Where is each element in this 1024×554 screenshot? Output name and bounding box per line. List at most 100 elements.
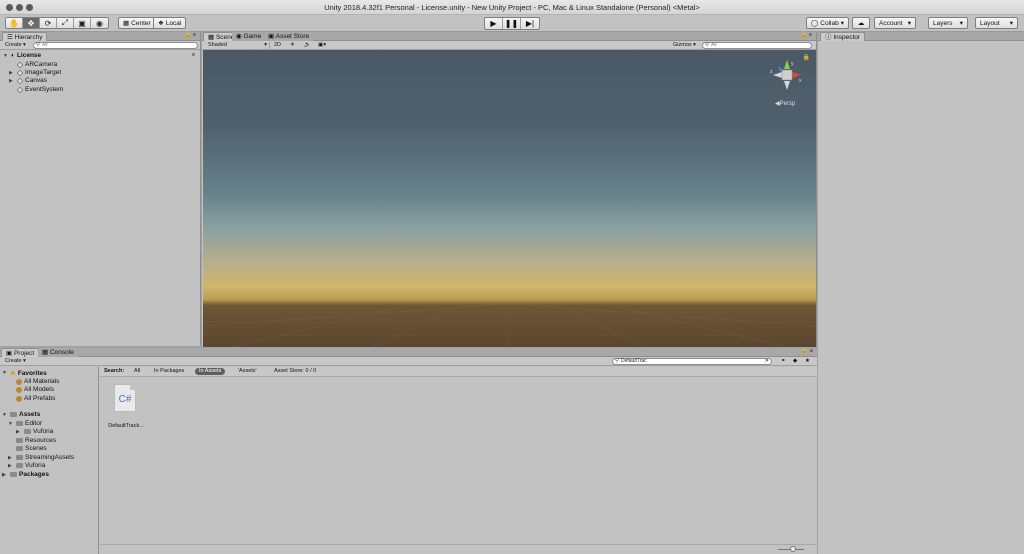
gizmo-center[interactable]: [781, 69, 793, 81]
search-results-grid: C# DefaultTrack...: [100, 378, 817, 544]
hierarchy-search-input[interactable]: ⚲ All: [33, 42, 198, 49]
search-by-type-icon[interactable]: ⚭: [779, 358, 788, 365]
collapsed-triangle-icon[interactable]: ▶: [9, 78, 15, 84]
tab-hierarchy[interactable]: ☰ Hierarchy: [2, 32, 48, 41]
rotate-icon[interactable]: ⟳: [40, 18, 57, 28]
projection-label[interactable]: ◀Persp: [775, 100, 795, 107]
list-item[interactable]: ▶ Vuforia: [8, 462, 45, 469]
pivot-space-button[interactable]: ❖ Local: [153, 17, 187, 29]
pause-button[interactable]: ❚❚: [503, 18, 521, 29]
move-icon[interactable]: ✥: [23, 18, 40, 28]
step-button[interactable]: ▶|: [521, 18, 539, 29]
panel-menu-icon[interactable]: 🔒 ≡: [799, 348, 815, 355]
expanded-triangle-icon: ▼: [2, 370, 7, 376]
search-filter-icon: [16, 395, 22, 402]
collapsed-triangle-icon: ▶: [8, 462, 12, 469]
scene-menu-icon[interactable]: ≡: [190, 52, 197, 59]
search-icon: ⚲: [36, 42, 41, 48]
collapsed-triangle-icon[interactable]: ▶: [9, 70, 15, 76]
chevron-down-icon: ▾: [264, 42, 267, 48]
scope-folder-button[interactable]: 'Assets': [236, 368, 259, 375]
tab-project[interactable]: ▣ Project: [1, 348, 40, 357]
gameobject-icon: [16, 61, 24, 68]
tab-asset-store[interactable]: ▣ Asset Store: [264, 32, 314, 41]
toggle-2d-button[interactable]: 2D: [272, 42, 283, 49]
list-item[interactable]: EventSystem: [9, 86, 63, 93]
list-item[interactable]: ▶ StreamingAssets: [8, 454, 74, 461]
scene-viewport[interactable]: 🔒 y x z ◀Persp: [203, 50, 816, 347]
favorites-row[interactable]: ▼ ★ Favorites: [2, 369, 47, 378]
list-item[interactable]: All Prefabs: [16, 395, 55, 402]
gizmo-neg-x-axis[interactable]: [773, 72, 782, 78]
tab-inspector[interactable]: ⓘ Inspector: [820, 32, 866, 41]
gizmo-x-label: x: [799, 78, 802, 84]
zoom-slider-thumb[interactable]: [790, 546, 796, 552]
panel-menu-icon[interactable]: 🔒 ≡: [182, 32, 198, 39]
folder-icon: [10, 412, 17, 417]
effects-dropdown-icon[interactable]: ▣▾: [316, 42, 328, 49]
project-tabbar: ▣ Project ▦ Console 🔒 ≡: [0, 348, 817, 357]
expanded-triangle-icon: ▼: [8, 420, 13, 427]
rect-icon[interactable]: ▣: [74, 18, 91, 28]
gameobject-icon: [16, 77, 24, 84]
expanded-triangle-icon: ▼: [3, 52, 8, 59]
list-item[interactable]: ARCamera: [9, 61, 57, 68]
hand-icon[interactable]: ✋: [6, 18, 23, 28]
gameobject-icon: [16, 69, 24, 76]
tab-game[interactable]: ◉ Game: [232, 32, 266, 41]
scope-in-assets-button[interactable]: In Assets: [195, 368, 226, 375]
list-item[interactable]: ▶ Canvas: [9, 77, 47, 84]
layout-dropdown[interactable]: Layout ▾: [975, 17, 1018, 29]
list-item[interactable]: Scenes: [8, 445, 47, 452]
packages-root-row[interactable]: ▶ Packages: [2, 471, 49, 478]
asset-tile[interactable]: C# DefaultTrack...: [106, 384, 146, 432]
audio-toggle-icon[interactable]: 🔈: [302, 42, 313, 49]
chevron-down-icon: ▾: [959, 20, 963, 27]
list-item[interactable]: All Materials: [16, 378, 59, 385]
gizmo-neg-y-axis[interactable]: [784, 81, 790, 90]
lighting-toggle-icon[interactable]: ☀: [288, 42, 297, 49]
collapsed-triangle-icon: ▶: [16, 428, 20, 435]
scene-search-input[interactable]: ⚲ All: [702, 42, 812, 49]
search-scope-label: Search:: [104, 368, 125, 374]
clear-search-icon[interactable]: ✕: [765, 359, 769, 364]
favorite-search-icon[interactable]: ★: [803, 358, 812, 365]
asset-store-icon: ▣: [268, 33, 275, 40]
chevron-down-icon: ▾: [840, 20, 844, 27]
project-search-input[interactable]: ⚲ DefaultTrac ✕: [612, 358, 772, 365]
gizmos-dropdown[interactable]: Gizmos ▾: [671, 42, 698, 49]
list-item[interactable]: Resources: [8, 437, 56, 444]
layers-dropdown[interactable]: Layers ▾: [928, 17, 968, 29]
scope-all-button[interactable]: All: [132, 368, 142, 375]
panel-menu-icon[interactable]: 🔒 ≡: [798, 32, 814, 39]
play-button[interactable]: ▶: [485, 18, 503, 29]
gizmo-z-label: z: [770, 69, 773, 75]
gizmo-y-axis[interactable]: [784, 60, 790, 69]
orientation-gizmo[interactable]: y x z: [769, 58, 805, 92]
assets-root-row[interactable]: ▼ Assets: [2, 411, 40, 418]
list-item[interactable]: ▶ Vuforia: [16, 428, 53, 435]
hierarchy-create-dropdown[interactable]: Create ▾: [3, 42, 28, 49]
scene-root-row[interactable]: ▼ ◐ License: [3, 52, 41, 59]
collab-dropdown[interactable]: ◯ Collab ▾: [806, 17, 849, 29]
search-by-label-icon[interactable]: ◆: [791, 358, 799, 365]
scale-icon[interactable]: ⤢: [57, 18, 74, 28]
tab-console[interactable]: ▦ Console: [38, 348, 78, 357]
hierarchy-subbar: Create ▾ ⚲ All: [0, 41, 200, 50]
transform-icon[interactable]: ◉: [91, 18, 108, 28]
list-item[interactable]: All Models: [16, 386, 54, 393]
list-item[interactable]: ▶ ImageTarget: [9, 69, 61, 76]
play-icon: ▶: [490, 19, 497, 28]
chevron-down-icon: ▾: [1009, 20, 1013, 27]
cloud-services-button[interactable]: ☁: [852, 17, 870, 29]
scope-asset-store-button[interactable]: Asset Store: 0 / 0: [272, 368, 318, 375]
pivot-center-button[interactable]: ▦ Center: [118, 17, 156, 29]
account-dropdown[interactable]: Account ▾: [874, 17, 916, 29]
list-item[interactable]: ▼ Editor: [8, 420, 42, 427]
project-create-dropdown[interactable]: Create ▾: [3, 358, 28, 365]
step-icon: ▶|: [525, 19, 535, 28]
scope-in-packages-button[interactable]: In Packages: [152, 368, 186, 375]
csharp-script-icon: C#: [114, 384, 136, 412]
shading-mode-dropdown[interactable]: Shaded ▾: [206, 42, 270, 49]
hierarchy-tabbar: ☰ Hierarchy 🔒 ≡: [0, 32, 200, 41]
